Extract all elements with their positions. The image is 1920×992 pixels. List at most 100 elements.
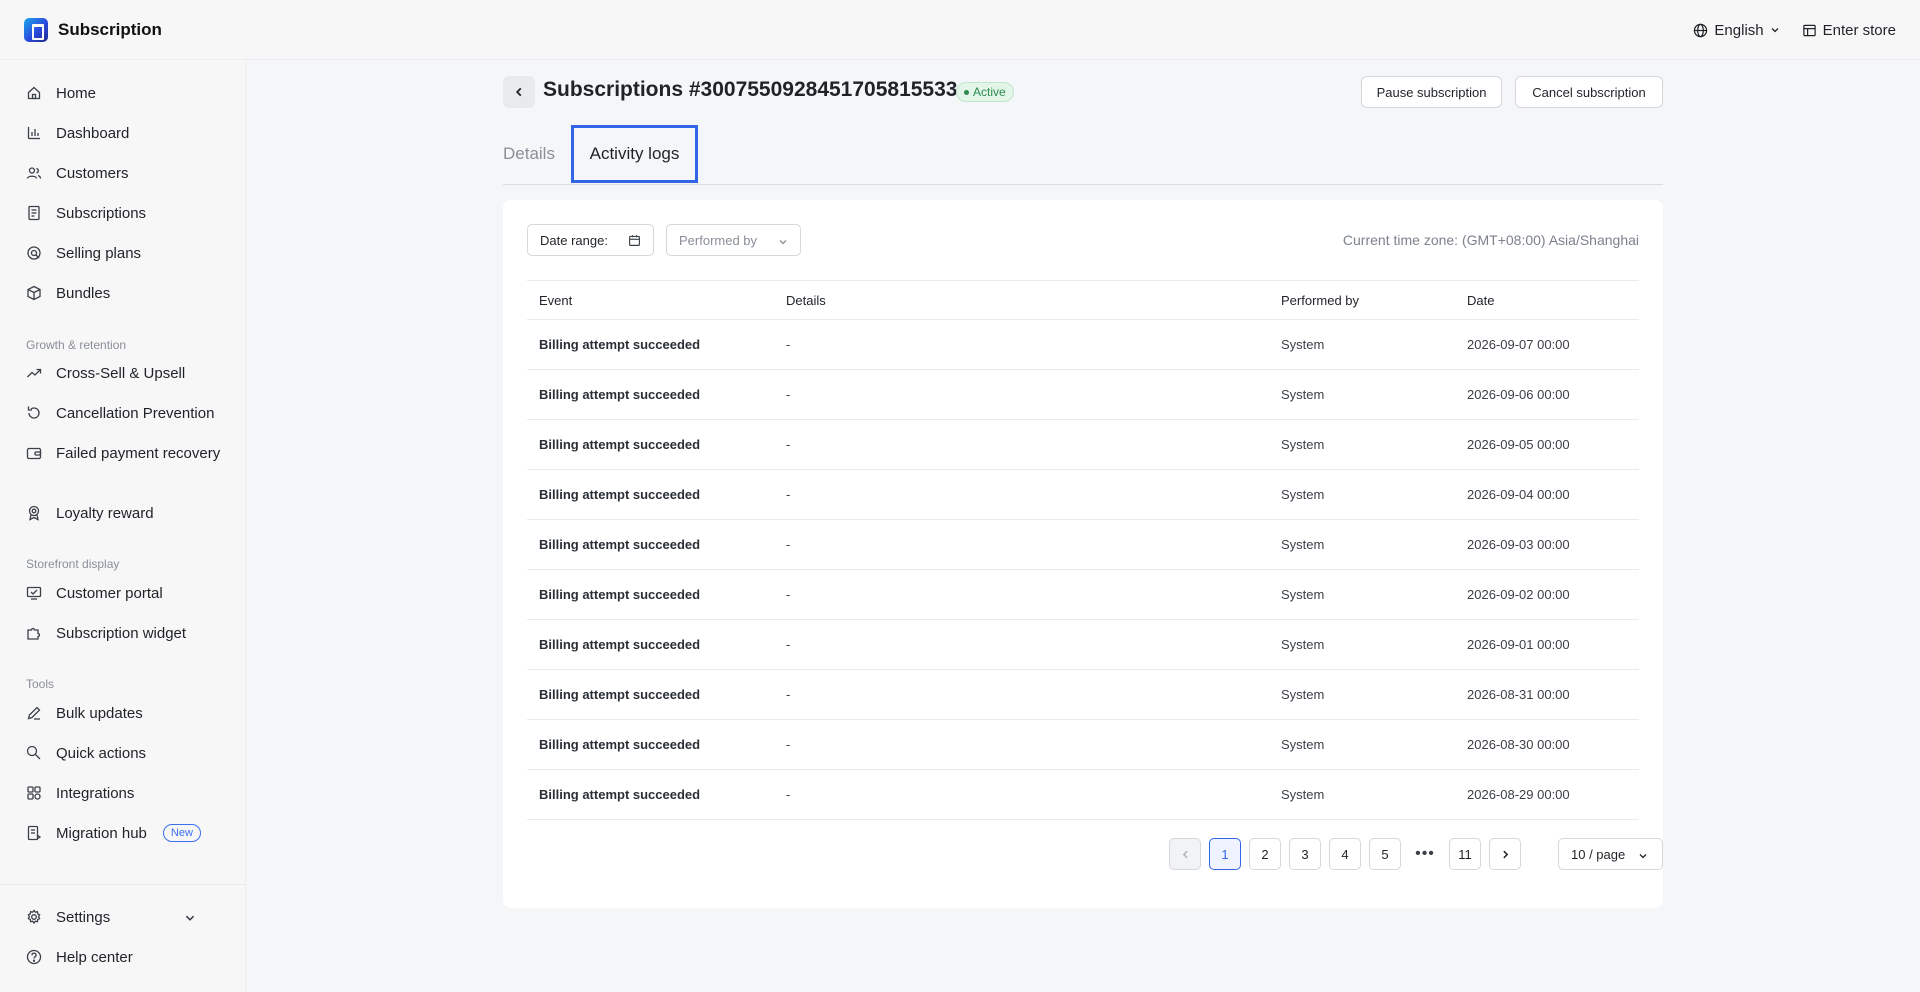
cell-performed-by: System [1281,337,1325,352]
table-row: Billing attempt succeeded - System 2026-… [527,720,1639,770]
sidebar-item-bundles[interactable]: Bundles [26,284,226,304]
sidebar-item-selling-plans[interactable]: Selling plans [26,244,226,264]
activity-logs-card: Date range: Performed by Current time zo… [503,200,1663,908]
table-row: Billing attempt succeeded - System 2026-… [527,570,1639,620]
cell-event: Billing attempt succeeded [539,337,701,352]
sidebar-item-label: Cancellation Prevention [56,405,215,422]
tab-activity-logs[interactable]: Activity logs [571,125,698,183]
sidebar-item-cross-sell[interactable]: Cross-Sell & Upsell [26,364,226,384]
page-button-last[interactable]: 11 [1449,838,1481,870]
cell-date: 2026-09-07 00:00 [1467,337,1570,352]
sidebar-item-home[interactable]: Home [26,84,226,104]
sidebar-item-label: Home [56,85,97,102]
more-pages-ellipsis[interactable]: ••• [1409,838,1441,870]
cell-performed-by: System [1281,687,1325,702]
column-header-date: Date [1467,293,1495,308]
enter-store-label: Enter store [1822,21,1896,39]
sidebar-item-label: Migration hub [56,825,147,842]
sidebar-item-failed-payment-recovery[interactable]: Failed payment recovery [26,444,226,464]
table-row: Billing attempt succeeded - System 2026-… [527,770,1639,820]
language-label: English [1714,21,1764,39]
sidebar-item-settings[interactable]: Settings [26,908,226,928]
migrate-icon [27,825,42,841]
page-title: Subscriptions #3007550928451705815533 [543,78,958,101]
language-selector[interactable]: English [1693,22,1779,39]
cell-details: - [786,487,791,502]
cell-details: - [786,337,791,352]
section-title-growth: Growth & retention [26,338,127,352]
chevron-right-icon [1502,850,1508,858]
sidebar-item-customers[interactable]: Customers [26,164,226,184]
cell-date: 2026-09-05 00:00 [1467,437,1570,452]
date-range-filter[interactable]: Date range: [527,224,654,256]
page-size-label: 10 / page [1571,846,1626,862]
performed-by-select[interactable]: Performed by [666,224,801,256]
new-badge: New [162,824,201,842]
cell-details: - [786,537,791,552]
sidebar-item-label: Selling plans [56,245,142,262]
sidebar-item-label: Quick actions [56,745,147,762]
enter-store-button[interactable]: Enter store [1802,22,1896,39]
section-title-storefront: Storefront display [26,557,120,571]
page-button-1[interactable]: 1 [1209,838,1241,870]
sidebar-item-help-center[interactable]: Help center [26,948,226,968]
pause-subscription-button[interactable]: Pause subscription [1361,76,1502,108]
sidebar-item-label: Subscription widget [56,625,187,642]
date-range-label: Date range: [540,232,608,248]
cell-date: 2026-09-01 00:00 [1467,637,1570,652]
cell-details: - [786,737,791,752]
sidebar-item-label: Failed payment recovery [56,445,221,462]
next-page-button[interactable] [1489,838,1521,870]
cell-details: - [786,687,791,702]
page-button-2[interactable]: 2 [1249,838,1281,870]
column-header-performed-by: Performed by [1281,293,1360,308]
prev-page-button[interactable] [1169,838,1201,870]
main-content: Subscriptions #3007550928451705815533 Ac… [247,61,1920,992]
back-button[interactable] [503,76,535,108]
table-row: Billing attempt succeeded - System 2026-… [527,470,1639,520]
pagination: 1 2 3 4 5 ••• 11 10 / page [527,838,1663,870]
sidebar-item-cancellation-prevention[interactable]: Cancellation Prevention [26,404,226,424]
sidebar-item-dashboard[interactable]: Dashboard [26,124,226,144]
cancel-subscription-button[interactable]: Cancel subscription [1515,76,1663,108]
sidebar-item-quick-actions[interactable]: Quick actions [26,744,226,764]
cell-date: 2026-08-29 00:00 [1467,787,1570,802]
sidebar-item-subscriptions[interactable]: Subscriptions [26,204,226,224]
timezone-label: Current time zone: (GMT+08:00) Asia/Shan… [1342,232,1639,248]
cell-performed-by: System [1281,637,1325,652]
sidebar-item-label: Integrations [56,785,135,802]
page-button-5[interactable]: 5 [1369,838,1401,870]
cell-details: - [786,787,791,802]
sidebar-item-label: Help center [56,949,133,966]
help-icon [26,949,42,965]
puzzle-icon [27,627,41,640]
page-button-4[interactable]: 4 [1329,838,1361,870]
sidebar-item-label: Dashboard [56,125,130,142]
cell-performed-by: System [1281,437,1325,452]
section-title-tools: Tools [26,677,55,691]
monitor-icon [26,586,42,600]
wallet-icon [26,447,42,460]
cell-performed-by: System [1281,537,1325,552]
edit-icon [27,706,41,720]
sidebar-item-loyalty-reward[interactable]: Loyalty reward [26,504,226,524]
page-size-select[interactable]: 10 / page [1558,838,1663,870]
sidebar-item-integrations[interactable]: Integrations [26,784,226,804]
sidebar-item-subscription-widget[interactable]: Subscription widget [26,624,226,644]
sidebar-item-bulk-updates[interactable]: Bulk updates [26,704,226,724]
cell-event: Billing attempt succeeded [539,537,701,552]
cell-details: - [786,637,791,652]
cell-event: Billing attempt succeeded [539,637,701,652]
status-badge: Active [956,82,1014,102]
brand[interactable]: Subscription [24,17,162,42]
home-icon [27,86,41,100]
tab-details[interactable]: Details [503,125,555,183]
chevron-left-icon [1182,850,1188,858]
sidebar-item-label: Subscriptions [56,205,147,222]
sidebar-item-label: Bundles [56,285,111,302]
activity-logs-table: Event Details Performed by Date Billing … [527,280,1639,820]
app-logo [24,17,48,42]
sidebar-item-customer-portal[interactable]: Customer portal [26,584,226,604]
sidebar-item-migration-hub[interactable]: Migration hub New [26,824,226,844]
page-button-3[interactable]: 3 [1289,838,1321,870]
